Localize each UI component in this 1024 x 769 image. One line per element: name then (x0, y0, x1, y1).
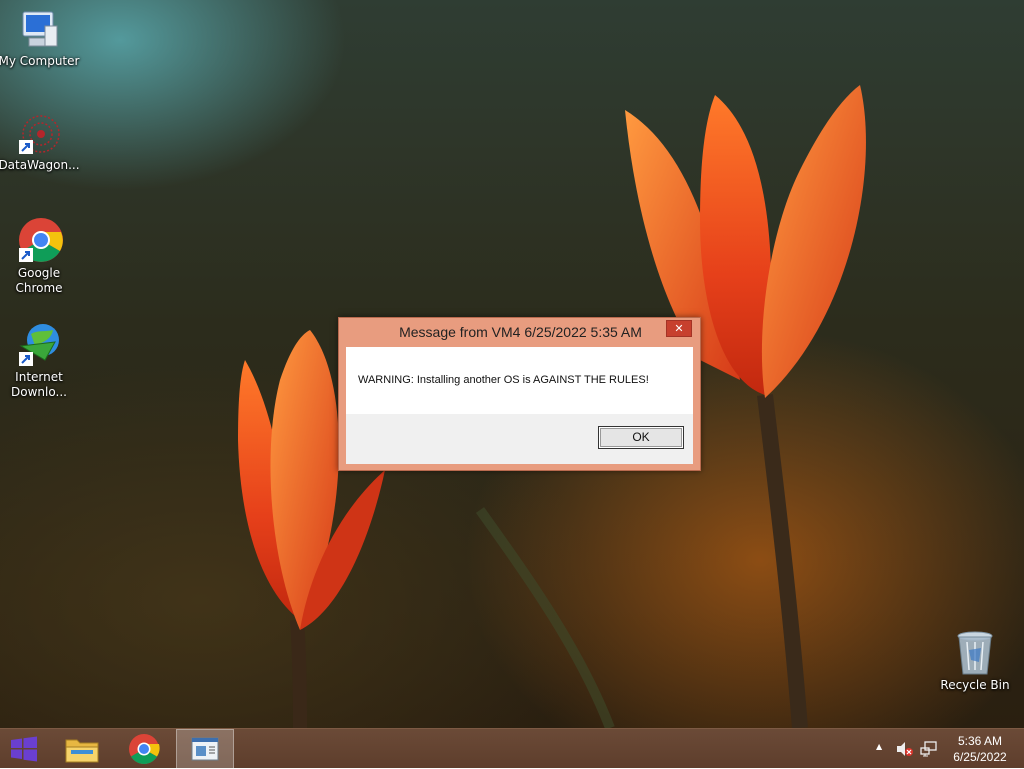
computer-icon (22, 11, 58, 47)
desktop-icon-label: Google Chrome (15, 266, 63, 295)
taskbar-clock[interactable]: 5:36 AM 6/25/2022 (944, 733, 1016, 765)
shortcut-arrow-icon (19, 248, 33, 262)
close-button[interactable]: ✕ (666, 320, 692, 337)
desktop-icon-label: Recycle Bin (940, 678, 1010, 692)
message-window-icon (191, 737, 219, 761)
desktop-icon-recycle-bin[interactable]: Recycle Bin (934, 630, 1016, 693)
chevron-up-icon: ▲ (876, 742, 883, 751)
clock-date: 6/25/2022 (953, 750, 1007, 764)
chrome-icon (129, 734, 160, 765)
desktop-icon-label: DataWagon... (0, 158, 80, 172)
recycle-bin-icon (957, 631, 993, 675)
volume-button[interactable] (894, 729, 916, 769)
desktop-icon-internet-download-manager[interactable]: Internet Downlo... (0, 320, 80, 400)
taskbar-message-window[interactable] (176, 729, 234, 769)
taskbar-chrome[interactable] (116, 729, 172, 769)
ok-button[interactable]: OK (598, 426, 684, 449)
network-icon (920, 741, 937, 757)
clock-time: 5:36 AM (957, 734, 1003, 748)
windows-start-icon (11, 736, 37, 762)
taskbar: ▲ 5:36 AM 6/25/2022 (0, 728, 1024, 769)
network-button[interactable] (918, 729, 940, 769)
file-explorer-icon (65, 739, 99, 763)
desktop-icon-datawagon[interactable]: DataWagon... (0, 112, 80, 173)
dialog-message: WARNING: Installing another OS is AGAINS… (358, 374, 649, 386)
shortcut-arrow-icon (19, 352, 33, 366)
volume-muted-icon (897, 742, 913, 756)
message-dialog: Message from VM4 6/25/2022 5:35 AM ✕ WAR… (338, 317, 701, 471)
show-hidden-icons-button[interactable]: ▲ (872, 729, 888, 769)
dialog-body: WARNING: Installing another OS is AGAINS… (346, 347, 693, 464)
taskbar-file-explorer[interactable] (54, 729, 110, 769)
desktop: My Computer DataWagon... Google Chrome I… (0, 0, 1024, 728)
start-button[interactable] (0, 729, 48, 769)
desktop-icon-label: Internet Downlo... (11, 370, 67, 399)
desktop-icon-google-chrome[interactable]: Google Chrome (0, 216, 80, 296)
dialog-footer: OK (346, 414, 693, 464)
desktop-icon-label: My Computer (0, 54, 80, 68)
close-icon: ✕ (674, 322, 684, 335)
shortcut-arrow-icon (19, 140, 33, 154)
desktop-icon-my-computer[interactable]: My Computer (0, 8, 80, 69)
dialog-title: Message from VM4 6/25/2022 5:35 AM (399, 324, 642, 340)
